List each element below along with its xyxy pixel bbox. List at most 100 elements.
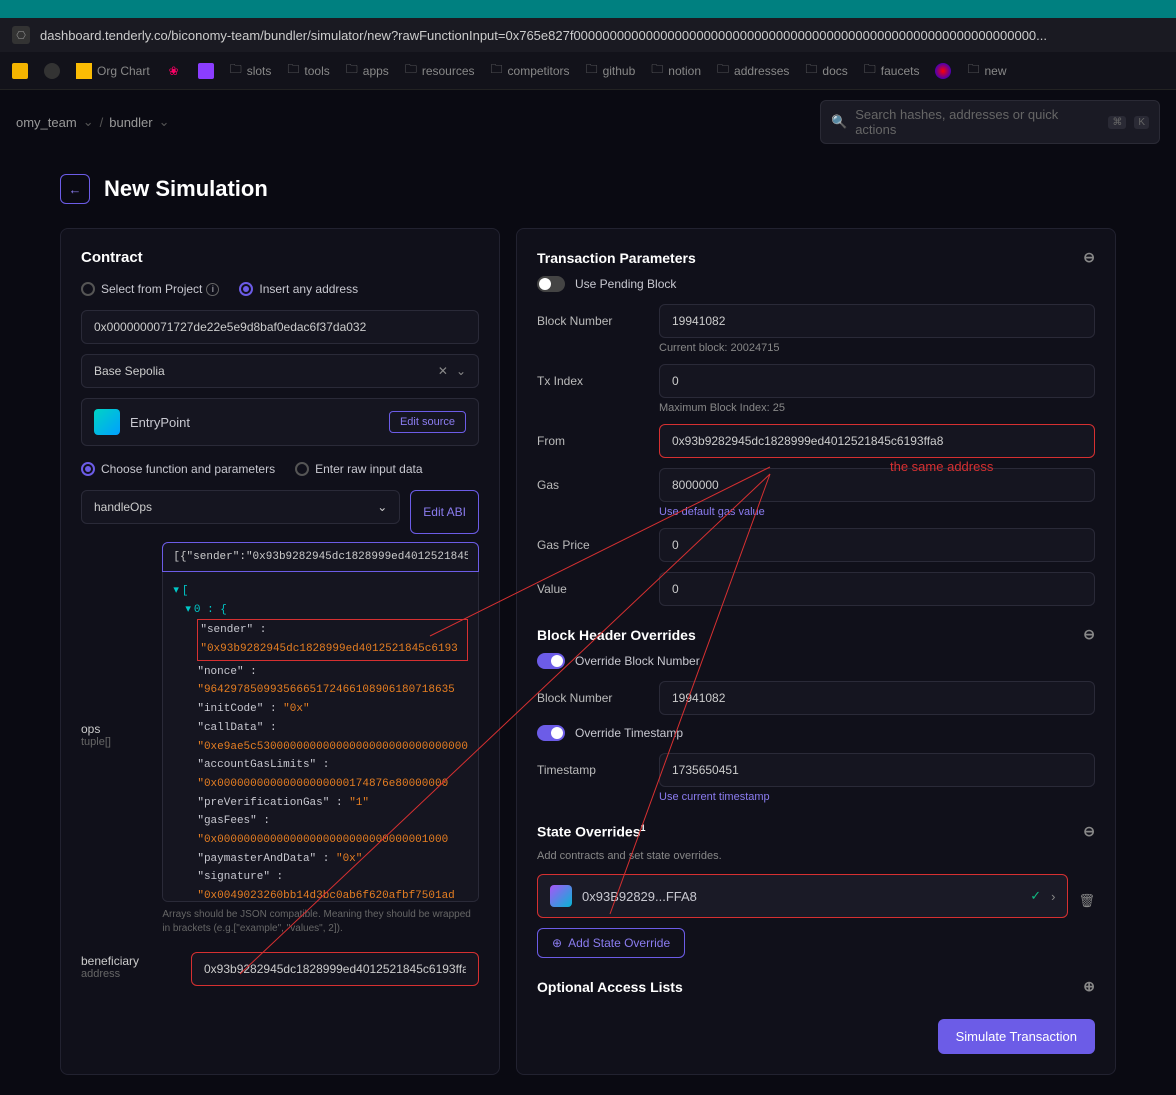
trash-icon[interactable]: 🗑 <box>1078 893 1095 909</box>
collapse-icon[interactable]: ⊖ <box>1083 626 1095 643</box>
timestamp-input[interactable] <box>659 753 1095 787</box>
gas-input[interactable] <box>659 468 1095 502</box>
edit-source-button[interactable]: Edit source <box>389 411 466 433</box>
pending-block-toggle[interactable] <box>537 276 565 292</box>
bookmark-folder[interactable]: 🗀competitors <box>491 60 570 81</box>
bookmark-folder[interactable]: 🗀github <box>586 60 636 81</box>
chevron-down-icon: ⌄ <box>377 500 387 514</box>
plus-icon: ⊕ <box>552 936 562 950</box>
contract-info: EntryPoint Edit source <box>81 398 479 446</box>
folder-icon: 🗀 <box>491 60 503 81</box>
slides-icon <box>76 63 92 79</box>
bookmark-folder[interactable]: 🗀tools <box>287 60 329 81</box>
app-icon <box>198 63 214 79</box>
access-list-title: Optional Access Lists <box>537 979 683 995</box>
block-override-title: Block Header Overrides <box>537 627 696 643</box>
bookmark-folder[interactable]: 🗀apps <box>346 60 389 81</box>
annotation-text: the same address <box>890 459 993 474</box>
simulate-button[interactable]: Simulate Transaction <box>938 1019 1095 1054</box>
back-button[interactable]: ← <box>60 174 90 204</box>
bookmarks-bar: Org Chart ❀ 🗀slots 🗀tools 🗀apps 🗀resourc… <box>0 52 1176 90</box>
bookmark[interactable] <box>44 63 60 79</box>
override-block-toggle[interactable] <box>537 653 565 669</box>
info-icon: i <box>206 283 219 296</box>
bookmark-folder[interactable]: 🗀docs <box>805 60 847 81</box>
chevron-down-icon[interactable]: ⌄ <box>456 364 466 378</box>
state-item-address: 0x93B92829...FFA8 <box>582 889 697 904</box>
current-ts-link[interactable]: Use current timestamp <box>659 791 1095 803</box>
app-icon <box>935 63 951 79</box>
state-override-item[interactable]: 0x93B92829...FFA8 ✓› <box>537 874 1068 918</box>
collapse-icon[interactable]: ⊖ <box>1083 249 1095 266</box>
bookmark-folder[interactable]: 🗀resources <box>405 60 475 81</box>
bookmark-folder[interactable]: 🗀faucets <box>864 60 920 81</box>
search-icon: 🔍 <box>831 114 847 130</box>
radio-choose-fn[interactable]: Choose function and parameters <box>81 462 275 476</box>
beneficiary-input[interactable] <box>191 952 479 986</box>
network-select[interactable]: Base Sepolia ✕⌄ <box>81 354 479 388</box>
state-subtext: Add contracts and set state overrides. <box>537 850 1095 862</box>
collapse-icon[interactable]: ⊖ <box>1083 823 1095 840</box>
bookmark-folder[interactable]: 🗀new <box>967 60 1006 81</box>
value-input[interactable] <box>659 572 1095 606</box>
url-text: dashboard.tenderly.co/biconomy-team/bund… <box>40 28 1047 43</box>
folder-icon: 🗀 <box>864 60 876 81</box>
radio-insert-address[interactable]: Insert any address <box>239 282 358 296</box>
param-label: ops <box>81 722 100 736</box>
tx-params-card: Transaction Parameters ⊖ Use Pending Blo… <box>516 228 1116 1075</box>
bookmark-folder[interactable]: 🗀slots <box>230 60 272 81</box>
function-select[interactable]: handleOps ⌄ <box>81 490 400 524</box>
txindex-input[interactable] <box>659 364 1095 398</box>
url-bar[interactable]: ⎔ dashboard.tenderly.co/biconomy-team/bu… <box>0 18 1176 52</box>
current-block: Current block: 20024715 <box>659 342 1095 354</box>
app-icon: ❀ <box>166 63 182 79</box>
helper-text: Arrays should be JSON compatible. Meanin… <box>162 908 479 936</box>
folder-icon: 🗀 <box>805 60 817 81</box>
bookmark-folder[interactable]: 🗀notion <box>651 60 701 81</box>
bookmark[interactable]: Org Chart <box>76 63 150 79</box>
tx-title: Transaction Parameters <box>537 250 696 266</box>
override-ts-toggle[interactable] <box>537 725 565 741</box>
state-override-title: State Overrides1 <box>537 823 646 840</box>
search-input[interactable]: 🔍 Search hashes, addresses or quick acti… <box>820 100 1160 144</box>
default-gas-link[interactable]: Use default gas value <box>659 506 1095 518</box>
block-number-input[interactable] <box>659 304 1095 338</box>
clear-icon[interactable]: ✕ <box>438 364 448 378</box>
site-icon: ⎔ <box>12 26 30 44</box>
chevron-right-icon: › <box>1051 889 1055 904</box>
folder-icon: 🗀 <box>651 60 663 81</box>
edit-abi-button[interactable]: Edit ABI <box>410 490 479 534</box>
contract-name: EntryPoint <box>130 415 190 430</box>
param-type: address <box>81 968 181 980</box>
openai-icon <box>44 63 60 79</box>
contract-address-input[interactable] <box>81 310 479 344</box>
bookmark[interactable] <box>198 63 214 79</box>
contract-card: Contract Select from Projecti Insert any… <box>60 228 500 1075</box>
bookmark[interactable]: ❀ <box>166 63 182 79</box>
contract-icon <box>94 409 120 435</box>
breadcrumb-team[interactable]: omy_team <box>16 115 77 130</box>
breadcrumb-project[interactable]: bundler <box>109 115 152 130</box>
radio-raw-input[interactable]: Enter raw input data <box>295 462 422 476</box>
expand-icon[interactable]: ⊕ <box>1083 978 1095 995</box>
folder-icon: 🗀 <box>346 60 358 81</box>
bookmark[interactable] <box>935 63 951 79</box>
gasprice-input[interactable] <box>659 528 1095 562</box>
ops-raw-input[interactable] <box>162 542 479 572</box>
add-override-button[interactable]: ⊕Add State Override <box>537 928 685 958</box>
folder-icon: 🗀 <box>405 60 417 81</box>
breadcrumb: omy_team⌄ / bundler⌄ <box>16 114 170 130</box>
bookmark-folder[interactable]: 🗀addresses <box>717 60 789 81</box>
contract-title: Contract <box>81 249 479 266</box>
drive-icon <box>12 63 28 79</box>
folder-icon: 🗀 <box>287 60 299 81</box>
param-label: beneficiary <box>81 954 139 968</box>
kbd-hint: K <box>1134 116 1149 129</box>
radio-select-project[interactable]: Select from Projecti <box>81 282 219 296</box>
override-block-input[interactable] <box>659 681 1095 715</box>
bookmark[interactable] <box>12 63 28 79</box>
max-block-index: Maximum Block Index: 25 <box>659 402 1095 414</box>
param-type: tuple[] <box>81 736 152 748</box>
json-tree[interactable]: ▾[ ▾0 : { "sender" : "0x93b9282945dc1828… <box>162 572 479 902</box>
from-input[interactable] <box>659 424 1095 458</box>
